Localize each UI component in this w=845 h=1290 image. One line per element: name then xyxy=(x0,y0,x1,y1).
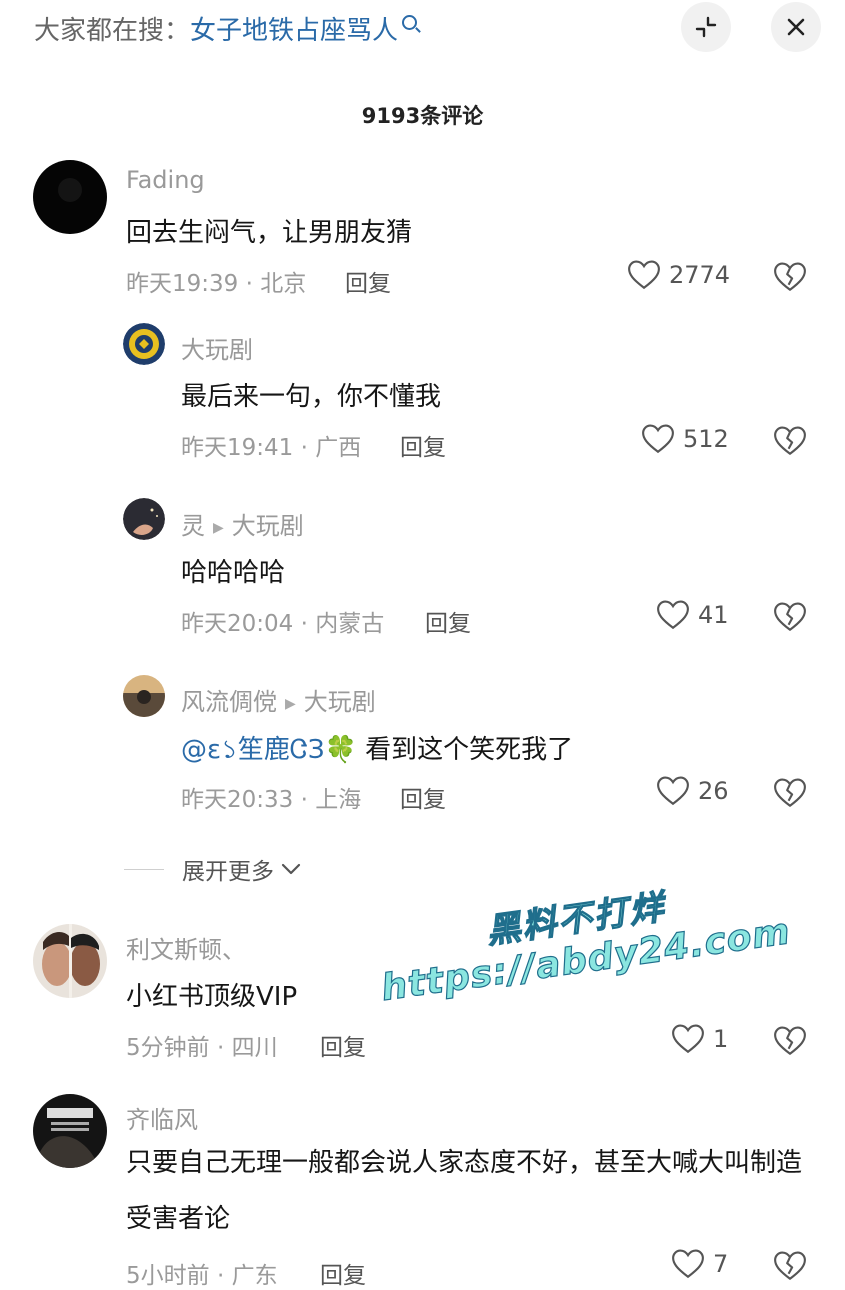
reply-button[interactable]: 回复 xyxy=(425,604,471,638)
dislike-button[interactable] xyxy=(773,425,807,457)
like-count: 1 xyxy=(713,1025,729,1053)
comment-time-location: 5分钟前 · 四川 xyxy=(126,1035,278,1061)
close-icon xyxy=(787,18,805,36)
reply-username[interactable]: 大玩剧 xyxy=(181,330,253,365)
reply-button[interactable]: 回复 xyxy=(400,780,446,814)
like-count: 41 xyxy=(698,601,729,629)
like-button[interactable]: 7 xyxy=(671,1248,728,1280)
dislike-button[interactable] xyxy=(773,1025,807,1057)
dislike-button[interactable] xyxy=(773,601,807,633)
comment-time-location: 昨天19:39 · 北京 xyxy=(126,271,307,297)
reply-button[interactable]: 回复 xyxy=(345,264,391,298)
reply-text-line: @ε১笙鹿ᏣЗ🍀 看到这个笑死我了 xyxy=(181,729,573,773)
reply-text: 哈哈哈哈 xyxy=(181,558,286,588)
reply-time-location: 昨天19:41 · 广西 xyxy=(181,435,362,461)
broken-heart-icon xyxy=(774,778,806,807)
reply-button[interactable]: 回复 xyxy=(320,1028,366,1062)
expand-more-label: 展开更多 xyxy=(182,859,274,885)
comment-username[interactable]: Fading xyxy=(126,166,205,194)
divider xyxy=(124,868,164,870)
like-button[interactable]: 2774 xyxy=(627,259,730,291)
heart-icon xyxy=(672,1024,704,1054)
dislike-button[interactable] xyxy=(773,777,807,809)
comment-text: 回去生闷气，让男朋友猜 xyxy=(126,218,413,248)
watermark: 黑料不打烊 https://abdy24.com xyxy=(372,863,793,1010)
comment-username[interactable]: 利文斯顿、 xyxy=(126,930,246,965)
like-button[interactable]: 26 xyxy=(656,775,729,807)
like-button[interactable]: 41 xyxy=(656,599,729,631)
comment-count-title: 9193条评论 xyxy=(361,104,484,128)
heart-icon xyxy=(672,1249,704,1279)
watermark-line-2: https://abdy24.com xyxy=(378,911,794,1010)
reply-arrow-icon: ▶ xyxy=(213,520,224,536)
avatar[interactable] xyxy=(33,924,107,998)
broken-heart-icon xyxy=(774,602,806,631)
chevron-down-icon xyxy=(281,863,301,875)
clover-icon: 🍀 xyxy=(324,735,357,765)
broken-heart-icon xyxy=(774,262,806,291)
reply-username-line: 风流倜傥 ▶ 大玩剧 xyxy=(181,682,376,717)
collapse-icon xyxy=(695,16,717,38)
mention-link[interactable]: @ε১笙鹿ᏣЗ xyxy=(181,735,325,765)
reply-button[interactable]: 回复 xyxy=(320,1256,366,1290)
comment-username[interactable]: 齐临风 xyxy=(126,1100,198,1135)
search-prefix: 大家都在搜： xyxy=(34,15,191,46)
avatar[interactable] xyxy=(33,160,107,234)
avatar[interactable] xyxy=(123,675,165,717)
search-suggestion-bar[interactable]: 大家都在搜： 女子地铁占座骂人 xyxy=(34,8,418,48)
avatar[interactable] xyxy=(33,1094,107,1168)
reply-time-location: 昨天20:33 · 上海 xyxy=(181,787,362,813)
search-term-link[interactable]: 女子地铁占座骂人 xyxy=(190,10,398,47)
broken-heart-icon xyxy=(774,1026,806,1055)
like-count: 7 xyxy=(713,1250,729,1278)
search-icon xyxy=(402,14,418,30)
like-button[interactable]: 512 xyxy=(641,423,729,455)
reply-text: 最后来一句，你不懂我 xyxy=(181,382,442,412)
heart-icon xyxy=(628,260,660,290)
reply-username[interactable]: 风流倜傥 xyxy=(181,688,277,716)
like-count: 2774 xyxy=(669,261,731,289)
expand-more-button[interactable]: 展开更多 xyxy=(124,852,302,886)
reply-to-username[interactable]: 大玩剧 xyxy=(304,688,376,716)
like-count: 512 xyxy=(683,425,729,453)
heart-icon xyxy=(657,600,689,630)
reply-time-location: 昨天20:04 · 内蒙古 xyxy=(181,611,385,637)
avatar[interactable] xyxy=(123,498,165,540)
heart-icon xyxy=(657,776,689,806)
close-button[interactable] xyxy=(771,2,821,52)
reply-button[interactable]: 回复 xyxy=(400,428,446,462)
avatar[interactable] xyxy=(123,323,165,365)
reply-arrow-icon: ▶ xyxy=(285,696,296,712)
reply-username-line: 灵 ▶ 大玩剧 xyxy=(181,506,304,541)
watermark-line-1: 黑料不打烊 xyxy=(483,887,668,953)
heart-icon xyxy=(642,424,674,454)
comment-text: 只要自己无理一般都会说人家态度不好，甚至大喊大叫制造受害者论 xyxy=(126,1148,803,1234)
comment-text: 小红书顶级VIP xyxy=(126,982,298,1012)
reply-to-username[interactable]: 大玩剧 xyxy=(232,512,304,540)
comment-time-location: 5小时前 · 广东 xyxy=(126,1263,278,1289)
broken-heart-icon xyxy=(774,426,806,455)
collapse-button[interactable] xyxy=(681,2,731,52)
like-button[interactable]: 1 xyxy=(671,1023,728,1055)
broken-heart-icon xyxy=(774,1251,806,1280)
dislike-button[interactable] xyxy=(773,1250,807,1282)
dislike-button[interactable] xyxy=(773,261,807,293)
reply-username[interactable]: 灵 xyxy=(181,512,205,540)
reply-text: 看到这个笑死我了 xyxy=(365,735,574,765)
like-count: 26 xyxy=(698,777,729,805)
